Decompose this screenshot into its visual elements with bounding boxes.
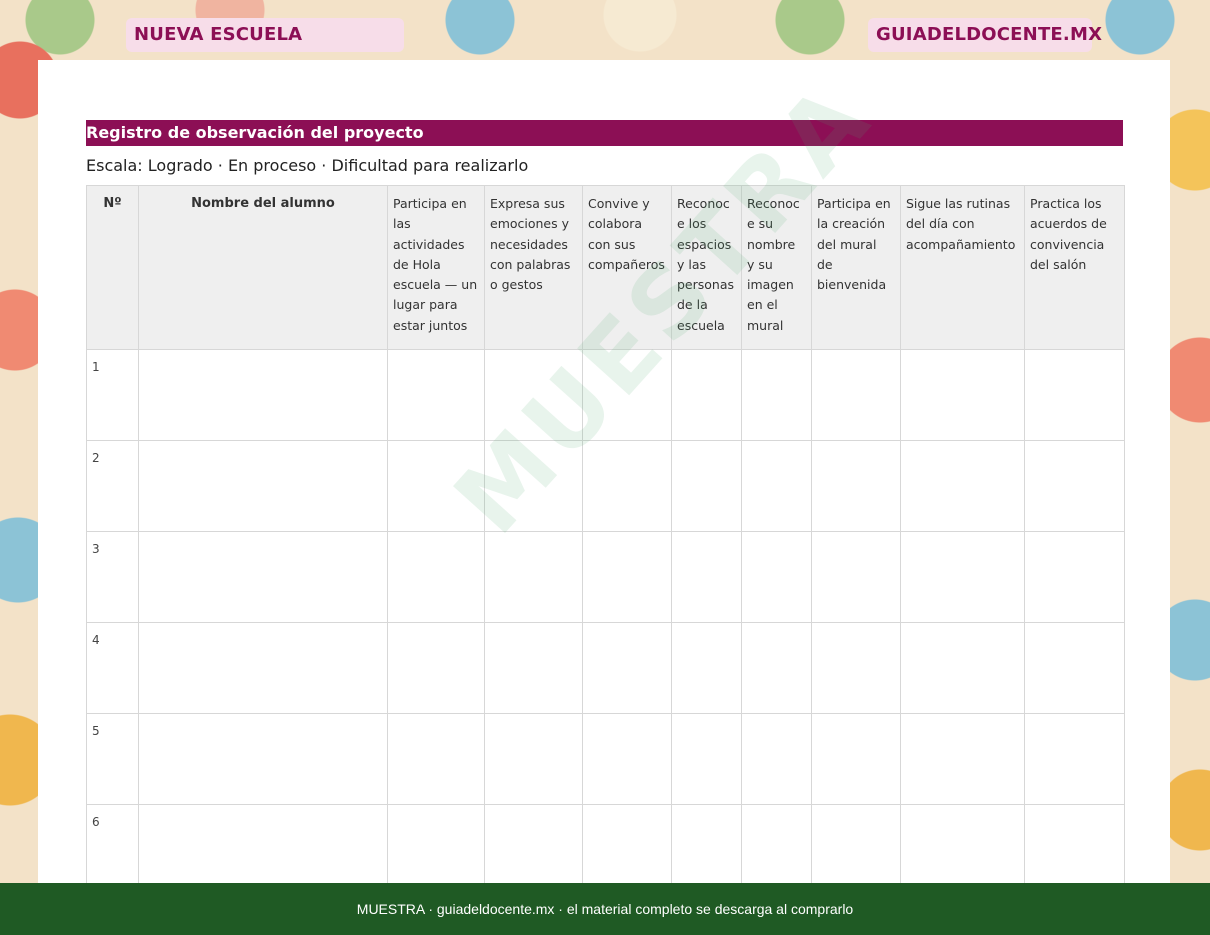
observation-cell[interactable] — [387, 349, 485, 441]
observation-cell[interactable] — [484, 622, 583, 714]
observation-cell[interactable] — [484, 804, 583, 896]
document-page: Registro de observación del proyecto Esc… — [38, 60, 1170, 896]
table-row: 1 — [86, 349, 1125, 441]
observation-cell[interactable] — [811, 440, 901, 532]
column-header-criterion: Participa en las actividades de Hola esc… — [387, 185, 485, 350]
row-number: 2 — [86, 440, 139, 532]
observation-cell[interactable] — [582, 440, 672, 532]
observation-cell[interactable] — [484, 531, 583, 623]
student-name-cell[interactable] — [138, 804, 388, 896]
observation-cell[interactable] — [900, 804, 1025, 896]
table-row: 6 — [86, 804, 1125, 896]
observation-cell[interactable] — [671, 440, 742, 532]
header-brand-badge: NUEVA ESCUELA MEXICANA — [126, 18, 404, 79]
document-title: Registro de observación del proyecto — [86, 120, 1123, 146]
table-header-row: Nº Nombre del alumno Participa en las ac… — [86, 185, 1125, 350]
row-number: 3 — [86, 531, 139, 623]
column-header-number: Nº — [86, 185, 139, 350]
table-row: 4 — [86, 622, 1125, 714]
observation-cell[interactable] — [484, 440, 583, 532]
column-header-criterion: Expresa sus emociones y necesidades con … — [484, 185, 583, 350]
student-name-cell[interactable] — [138, 349, 388, 441]
student-name-cell[interactable] — [138, 713, 388, 805]
observation-cell[interactable] — [900, 440, 1025, 532]
observation-cell[interactable] — [741, 440, 812, 532]
student-name-cell[interactable] — [138, 440, 388, 532]
observation-cell[interactable] — [900, 531, 1025, 623]
row-number: 1 — [86, 349, 139, 441]
observation-cell[interactable] — [387, 804, 485, 896]
observation-cell[interactable] — [484, 713, 583, 805]
observation-cell[interactable] — [387, 622, 485, 714]
observation-cell[interactable] — [741, 804, 812, 896]
observation-cell[interactable] — [671, 713, 742, 805]
observation-cell[interactable] — [387, 440, 485, 532]
site-badge: GUIADELDOCENTE.MX — [868, 18, 1102, 52]
footer-notice: MUESTRA · guiadeldocente.mx · el materia… — [0, 883, 1210, 935]
row-number: 4 — [86, 622, 139, 714]
observation-cell[interactable] — [900, 713, 1025, 805]
observation-cell[interactable] — [1024, 349, 1125, 441]
table-row: 5 — [86, 713, 1125, 805]
observation-cell[interactable] — [900, 349, 1025, 441]
observation-cell[interactable] — [582, 804, 672, 896]
observation-cell[interactable] — [671, 531, 742, 623]
observation-cell[interactable] — [387, 713, 485, 805]
observation-cell[interactable] — [484, 349, 583, 441]
column-header-criterion: Sigue las rutinas del día con acompañami… — [900, 185, 1025, 350]
observation-cell[interactable] — [582, 713, 672, 805]
observation-cell[interactable] — [1024, 804, 1125, 896]
observation-cell[interactable] — [387, 531, 485, 623]
column-header-student-name: Nombre del alumno — [138, 185, 388, 350]
column-header-criterion: Convive y colabora con sus compañeros — [582, 185, 672, 350]
observation-cell[interactable] — [741, 349, 812, 441]
observation-cell[interactable] — [1024, 440, 1125, 532]
observation-cell[interactable] — [741, 622, 812, 714]
student-name-cell[interactable] — [138, 622, 388, 714]
observation-cell[interactable] — [671, 804, 742, 896]
row-number: 5 — [86, 713, 139, 805]
observation-cell[interactable] — [811, 349, 901, 441]
column-header-criterion: Practica los acuerdos de convivencia del… — [1024, 185, 1125, 350]
observation-cell[interactable] — [741, 713, 812, 805]
observation-cell[interactable] — [811, 531, 901, 623]
observation-cell[interactable] — [1024, 622, 1125, 714]
observation-cell[interactable] — [811, 622, 901, 714]
observation-cell[interactable] — [671, 622, 742, 714]
row-number: 6 — [86, 804, 139, 896]
observation-cell[interactable] — [811, 804, 901, 896]
observation-cell[interactable] — [1024, 713, 1125, 805]
observation-cell[interactable] — [811, 713, 901, 805]
observation-cell[interactable] — [1024, 531, 1125, 623]
observation-cell[interactable] — [900, 622, 1025, 714]
observation-table: Nº Nombre del alumno Participa en las ac… — [86, 185, 1125, 896]
column-header-criterion: Reconoce su nombre y su imagen en el mur… — [741, 185, 812, 350]
table-row: 3 — [86, 531, 1125, 623]
observation-cell[interactable] — [741, 531, 812, 623]
observation-cell[interactable] — [582, 622, 672, 714]
observation-cell[interactable] — [671, 349, 742, 441]
student-name-cell[interactable] — [138, 531, 388, 623]
column-header-criterion: Reconoce los espacios y las personas de … — [671, 185, 742, 350]
column-header-criterion: Participa en la creación del mural de bi… — [811, 185, 901, 350]
table-row: 2 — [86, 440, 1125, 532]
evaluation-scale: Escala: Logrado · En proceso · Dificulta… — [86, 156, 529, 175]
observation-cell[interactable] — [582, 349, 672, 441]
observation-cell[interactable] — [582, 531, 672, 623]
